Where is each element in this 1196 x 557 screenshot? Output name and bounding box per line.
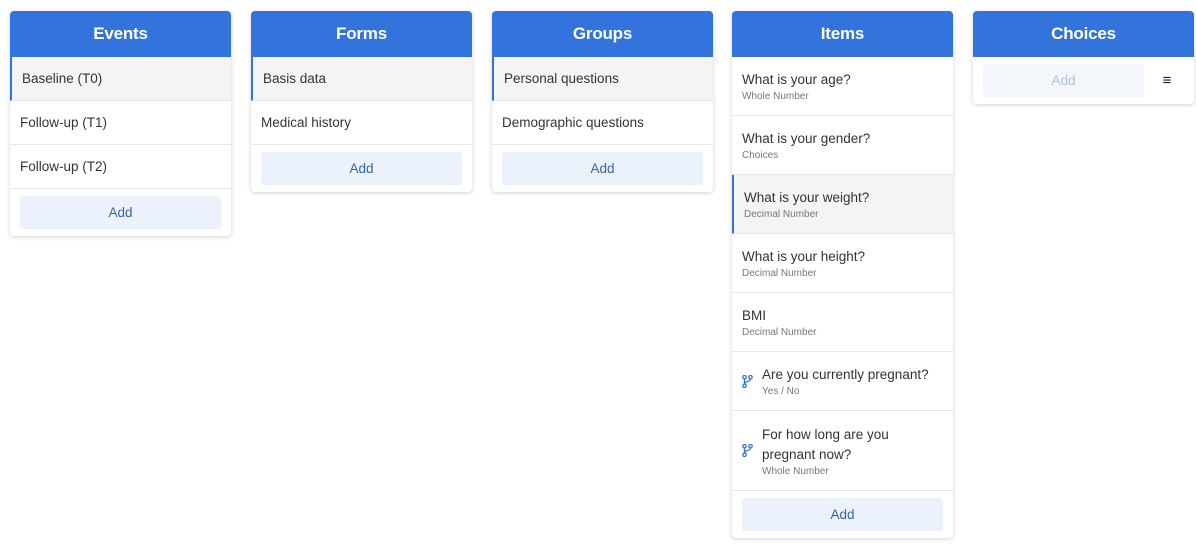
branch-icon xyxy=(742,444,753,457)
form-item-label: Basis data xyxy=(263,71,327,86)
choices-toolbar: Add ≡ xyxy=(973,57,1194,104)
item-pregnant[interactable]: Are you currently pregnant? Yes / No xyxy=(732,352,953,411)
forms-header: Forms xyxy=(251,11,472,57)
item-type: Choices xyxy=(742,150,779,161)
group-item-personal-questions[interactable]: Personal questions xyxy=(492,57,713,101)
events-column: Events Baseline (T0) Follow-up (T1) Foll… xyxy=(10,11,231,236)
forms-add-wrapper: Add xyxy=(251,145,472,192)
form-item-label: Medical history xyxy=(261,115,352,130)
branch-icon xyxy=(742,374,753,388)
group-item-demographic-questions[interactable]: Demographic questions xyxy=(492,101,713,145)
choices-header: Choices xyxy=(973,11,1194,57)
event-item-label: Baseline (T0) xyxy=(22,71,103,86)
item-title: What is your age? xyxy=(742,72,851,87)
item-title: For how long are you pregnant now? xyxy=(762,426,889,462)
item-type: Whole Number xyxy=(742,91,809,102)
item-type: Yes / No xyxy=(762,386,800,397)
form-item-basis-data[interactable]: Basis data xyxy=(251,57,472,101)
form-item-medical-history[interactable]: Medical history xyxy=(251,101,472,145)
forms-column: Forms Basis data Medical history Add xyxy=(251,11,472,192)
item-type: Decimal Number xyxy=(742,268,817,279)
items-header: Items xyxy=(732,11,953,57)
item-type: Whole Number xyxy=(762,465,829,477)
groups-header: Groups xyxy=(492,11,713,57)
event-item-baseline[interactable]: Baseline (T0) xyxy=(10,57,231,101)
event-item-label: Follow-up (T1) xyxy=(20,115,108,130)
groups-column: Groups Personal questions Demographic qu… xyxy=(492,11,713,192)
item-height[interactable]: What is your height? Decimal Number xyxy=(732,234,953,293)
item-type: Decimal Number xyxy=(744,209,819,220)
item-age[interactable]: What is your age? Whole Number xyxy=(732,57,953,116)
item-weight[interactable]: What is your weight? Decimal Number xyxy=(732,175,953,234)
item-text: For how long are you pregnant now? Whole… xyxy=(762,425,912,477)
events-add-wrapper: Add xyxy=(10,189,231,236)
event-item-label: Follow-up (T2) xyxy=(20,159,108,174)
add-event-button[interactable]: Add xyxy=(20,196,221,229)
item-text: BMI Decimal Number xyxy=(742,306,816,338)
items-add-wrapper: Add xyxy=(732,491,953,538)
item-title: BMI xyxy=(742,308,767,323)
item-pregnancy-duration[interactable]: For how long are you pregnant now? Whole… xyxy=(732,411,953,491)
events-header: Events xyxy=(10,11,231,57)
item-text: What is your weight? Decimal Number xyxy=(744,188,869,220)
item-title: What is your weight? xyxy=(744,190,870,205)
item-title: What is your gender? xyxy=(742,131,871,146)
item-title: What is your height? xyxy=(742,249,866,264)
event-item-follow-up-t1[interactable]: Follow-up (T1) xyxy=(10,101,231,145)
add-item-button[interactable]: Add xyxy=(742,498,943,531)
item-text: What is your height? Decimal Number xyxy=(742,247,865,279)
add-group-button[interactable]: Add xyxy=(502,152,703,185)
add-form-button[interactable]: Add xyxy=(261,152,462,185)
event-item-follow-up-t2[interactable]: Follow-up (T2) xyxy=(10,145,231,189)
group-item-label: Personal questions xyxy=(504,71,619,86)
add-choice-button[interactable]: Add xyxy=(983,64,1144,97)
choices-column: Choices Add ≡ xyxy=(973,11,1194,104)
item-title: Are you currently pregnant? xyxy=(762,367,929,382)
item-type: Decimal Number xyxy=(742,327,817,338)
item-text: What is your gender? Choices xyxy=(742,129,870,161)
item-text: Are you currently pregnant? Yes / No xyxy=(762,365,929,397)
item-bmi[interactable]: BMI Decimal Number xyxy=(732,293,953,352)
menu-icon[interactable]: ≡ xyxy=(1157,71,1177,91)
item-gender[interactable]: What is your gender? Choices xyxy=(732,116,953,175)
item-text: What is your age? Whole Number xyxy=(742,70,851,102)
group-item-label: Demographic questions xyxy=(502,115,644,130)
groups-add-wrapper: Add xyxy=(492,145,713,192)
items-column: Items What is your age? Whole Number Wha… xyxy=(732,11,953,538)
